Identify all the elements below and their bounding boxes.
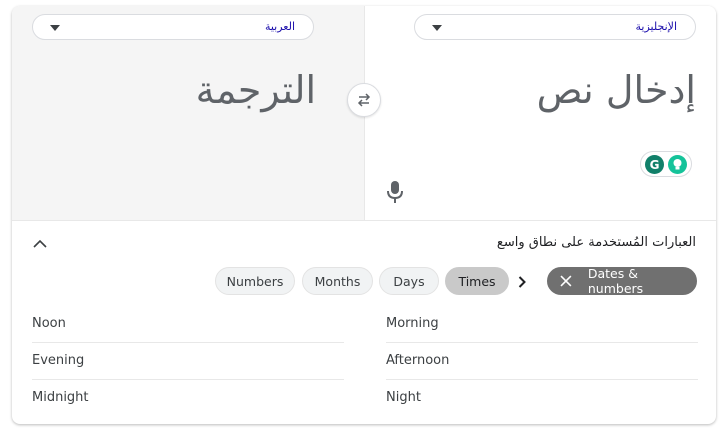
row-divider [32, 342, 344, 343]
translation-output: الترجمة [195, 68, 316, 112]
source-language-label: الإنجليزية [635, 20, 677, 33]
row-divider [386, 342, 698, 343]
grammarly-icon[interactable]: G [645, 155, 664, 174]
swap-icon [357, 93, 371, 107]
filter-chip-label: Dates & numbers [587, 266, 644, 296]
phrase-item[interactable]: Midnight [32, 390, 89, 405]
chevron-down-icon [50, 25, 60, 31]
translate-card: العربية الإنجليزية الترجمة إدخال نص G ال… [12, 6, 716, 424]
phrase-item[interactable]: Afternoon [386, 353, 449, 368]
row-divider [32, 379, 344, 380]
chip-months[interactable]: Months [302, 267, 373, 295]
chip-times[interactable]: Times [445, 267, 509, 295]
chevron-down-icon [432, 25, 442, 31]
filter-chip-dates-numbers[interactable]: Dates & numbers [547, 266, 697, 296]
lightbulb-icon[interactable] [668, 155, 687, 174]
phrasebook-title: العبارات المُستخدمة على نطاق واسع [496, 235, 696, 250]
grammarly-widget[interactable]: G [640, 151, 692, 177]
phrase-item[interactable]: Evening [32, 353, 84, 368]
chip-numbers[interactable]: Numbers [215, 267, 295, 295]
target-language-label: العربية [264, 20, 295, 33]
chevron-up-icon[interactable] [33, 239, 47, 249]
swap-languages-button[interactable] [347, 83, 381, 117]
microphone-icon[interactable] [386, 180, 404, 204]
chip-days[interactable]: Days [379, 267, 439, 295]
phrase-item[interactable]: Night [386, 390, 421, 405]
close-icon[interactable] [560, 275, 572, 287]
chevron-right-icon[interactable] [518, 276, 526, 288]
source-text-input[interactable]: إدخال نص [392, 68, 696, 112]
target-language-select[interactable]: العربية [32, 14, 314, 40]
phrase-item[interactable]: Morning [386, 316, 439, 331]
section-divider [12, 220, 716, 221]
phrase-item[interactable]: Noon [32, 316, 66, 331]
row-divider [386, 379, 698, 380]
source-language-select[interactable]: الإنجليزية [414, 14, 696, 40]
